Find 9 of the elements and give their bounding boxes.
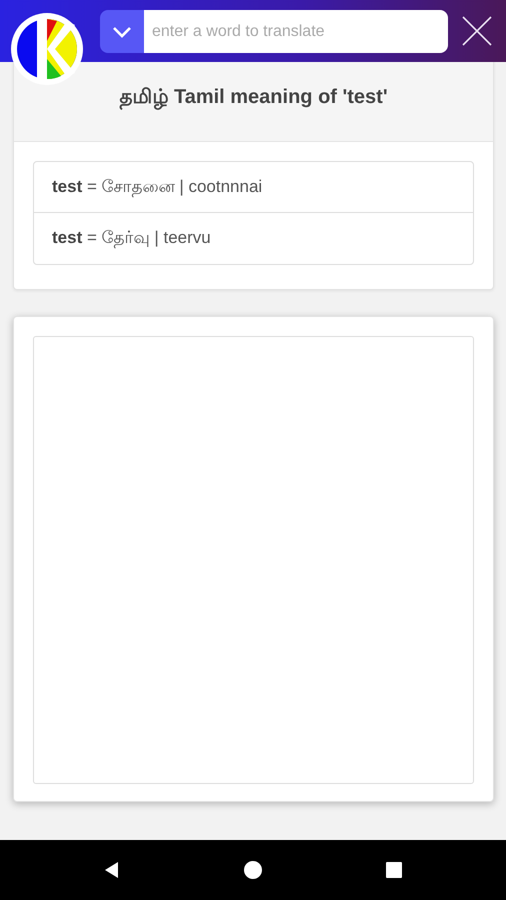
dropdown-button[interactable] bbox=[100, 10, 144, 53]
home-icon[interactable] bbox=[243, 860, 263, 880]
meaning-entry: test = சோதனை | cootnnnai bbox=[34, 162, 473, 213]
recents-icon[interactable] bbox=[384, 860, 404, 880]
chevron-down-icon bbox=[112, 26, 132, 38]
card-title: தமிழ் Tamil meaning of 'test' bbox=[119, 86, 388, 110]
close-icon[interactable] bbox=[461, 15, 493, 47]
meaning-entry: test = தேர்வு | teervu bbox=[51, 227, 212, 250]
search-field[interactable]: enter a word to translate bbox=[144, 10, 448, 53]
